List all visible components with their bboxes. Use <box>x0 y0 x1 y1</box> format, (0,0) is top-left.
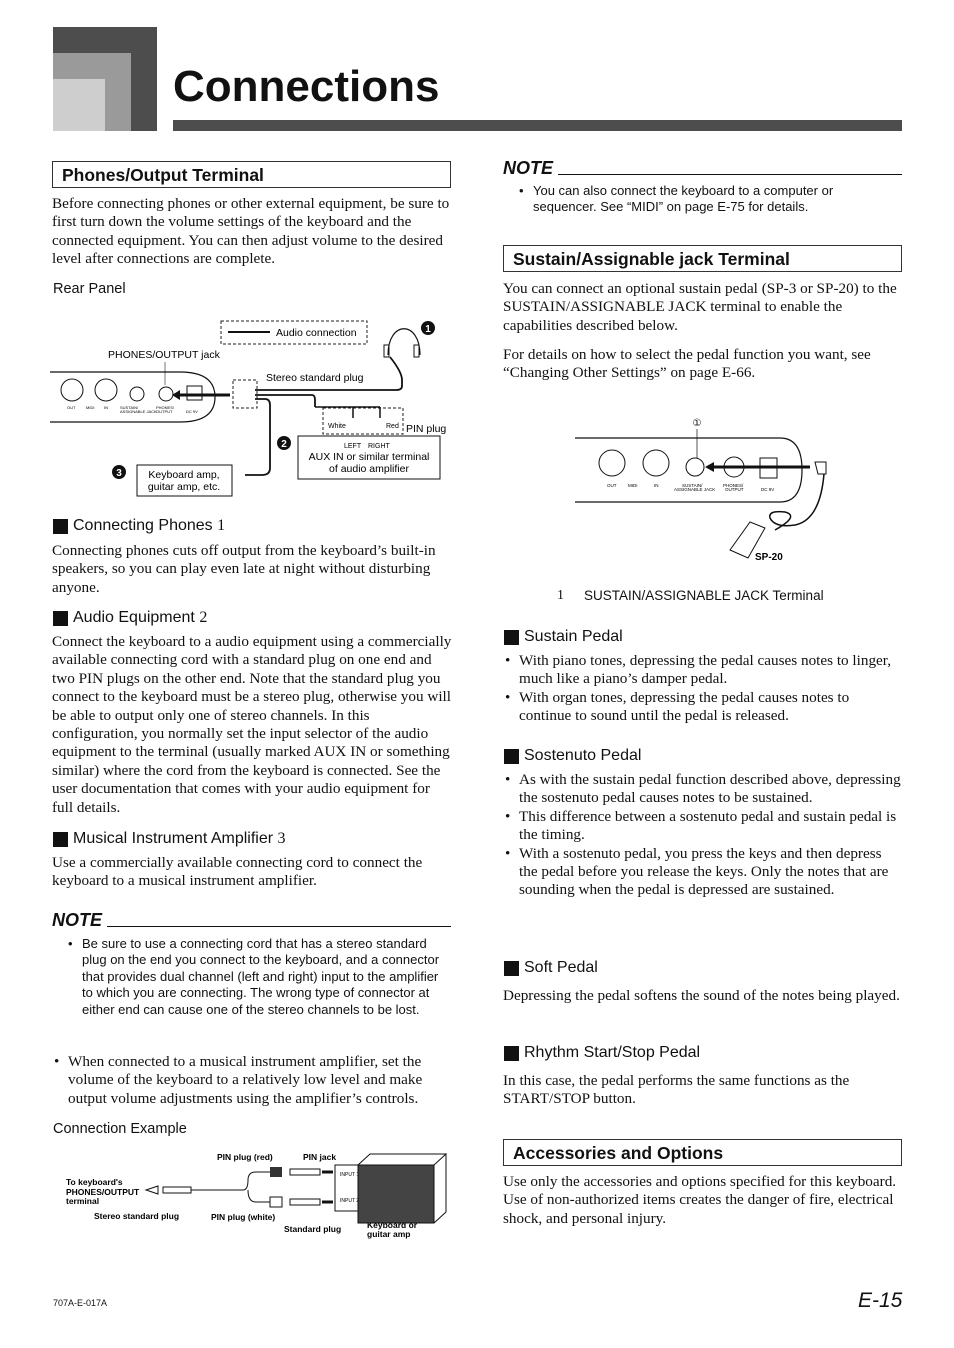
subheading-sustain-pedal: Sustain Pedal <box>504 628 623 646</box>
title-rule <box>173 120 902 131</box>
svg-text:Stereo standard plug: Stereo standard plug <box>266 372 364 384</box>
section-heading-accessories: Accessories and Options <box>503 1139 902 1166</box>
intro-paragraph: Before connecting phones or other extern… <box>52 195 450 268</box>
page-number: E-15 <box>858 1289 903 1312</box>
sustain-paragraph-1: You can connect an optional sustain peda… <box>503 280 897 334</box>
list-item: With a sostenuto pedal, you press the ke… <box>503 845 903 900</box>
subheading-amplifier: Musical Instrument Amplifier 3 <box>53 830 286 848</box>
list-item: This difference between a sostenuto peda… <box>503 808 903 845</box>
note-item: When connected to a musical instrument a… <box>52 1053 452 1108</box>
legend-text: Audio connection <box>276 327 357 339</box>
subheading-connecting-phones: Connecting Phones 1 <box>53 517 225 535</box>
svg-text:ASSIGNABLE JACK: ASSIGNABLE JACK <box>120 409 157 414</box>
rhythm-paragraph: In this case, the pedal performs the sam… <box>503 1072 850 1108</box>
list-item: With organ tones, depressing the pedal c… <box>503 689 903 726</box>
svg-text:AUX IN or similar terminal: AUX IN or similar terminal <box>309 451 430 463</box>
svg-text:OUT: OUT <box>607 483 617 488</box>
sustain-jack-diagram: ① OUT MIDI IN SUSTAIN/ASSIGNABLE JACK PHON… <box>575 418 827 563</box>
accessories-paragraph: Use only the accessories and options spe… <box>503 1173 897 1227</box>
section-heading-sustain: Sustain/Assignable jack Terminal <box>503 245 902 272</box>
headphones-icon <box>387 328 421 356</box>
amp-paragraph: Use a commercially available connecting … <box>52 854 423 890</box>
note-list-right: You can also connect the keyboard to a c… <box>517 183 877 216</box>
svg-text:RIGHT: RIGHT <box>368 443 391 450</box>
sustain-paragraph-2: For details on how to select the pedal f… <box>503 346 871 382</box>
svg-text:2: 2 <box>281 439 287 450</box>
connection-example-label: Connection Example <box>53 1121 187 1137</box>
svg-text:terminal: terminal <box>66 1196 99 1206</box>
svg-text:White: White <box>328 423 346 430</box>
svg-text:PIN plug: PIN plug <box>406 423 446 435</box>
svg-text:guitar amp: guitar amp <box>367 1229 410 1239</box>
svg-text:ASSIGNABLE JACK: ASSIGNABLE JACK <box>674 487 715 492</box>
note-item: Be sure to use a connecting cord that ha… <box>66 936 450 1018</box>
svg-text:PIN jack: PIN jack <box>303 1152 336 1162</box>
header-decoration <box>53 79 105 131</box>
soft-paragraph: Depressing the pedal softens the sound o… <box>503 987 900 1004</box>
subheading-sostenuto-pedal: Sostenuto Pedal <box>504 747 641 765</box>
document-code: 707A-E-017A <box>53 1298 108 1308</box>
svg-text:PIN plug (white): PIN plug (white) <box>211 1212 275 1222</box>
svg-text:①: ① <box>693 418 702 429</box>
note-list-2: When connected to a musical instrument a… <box>52 1053 452 1108</box>
svg-text:LEFT: LEFT <box>344 443 362 450</box>
svg-text:1: 1 <box>425 324 431 335</box>
note-list: Be sure to use a connecting cord that ha… <box>66 936 450 1018</box>
svg-text:Standard plug: Standard plug <box>284 1224 341 1234</box>
svg-text:guitar amp, etc.: guitar amp, etc. <box>148 481 220 493</box>
svg-text:To keyboard's: To keyboard's <box>66 1177 123 1187</box>
svg-text:of audio amplifier: of audio amplifier <box>329 463 409 475</box>
note-item: You can also connect the keyboard to a c… <box>517 183 877 216</box>
rear-panel-label: Rear Panel <box>53 281 126 297</box>
rear-panel-diagram: Audio connection 1 PHONES/OUTPUT jack St… <box>50 320 446 497</box>
svg-text:OUT: OUT <box>67 405 76 410</box>
svg-text:DC 9V: DC 9V <box>186 409 198 414</box>
svg-text:INPUT 1: INPUT 1 <box>340 1172 359 1178</box>
phones-paragraph: Connecting phones cuts off output from t… <box>52 542 436 596</box>
svg-text:MIDI: MIDI <box>628 483 638 488</box>
audio-paragraph: Connect the keyboard to a audio equipmen… <box>52 633 452 816</box>
svg-text:OUTPUT: OUTPUT <box>725 487 744 492</box>
page-title: Connections <box>173 62 440 111</box>
svg-text:OUTPUT: OUTPUT <box>156 409 173 414</box>
sostenuto-list: As with the sustain pedal function descr… <box>503 771 903 900</box>
svg-text:DC 9V: DC 9V <box>761 487 774 492</box>
svg-text:Stereo standard plug: Stereo standard plug <box>94 1211 179 1221</box>
svg-text:SP-20: SP-20 <box>755 552 783 563</box>
svg-text:Red: Red <box>386 423 399 430</box>
note-heading: NOTE <box>52 910 451 931</box>
diagram-caption: 1 SUSTAIN/ASSIGNABLE JACK Terminal <box>557 588 824 603</box>
svg-text:MIDI: MIDI <box>86 405 94 410</box>
svg-text:3: 3 <box>116 468 122 479</box>
svg-text:PIN plug (red): PIN plug (red) <box>217 1152 273 1162</box>
svg-text:INPUT 2: INPUT 2 <box>340 1198 359 1204</box>
arrow-icon <box>705 462 714 472</box>
svg-text:Keyboard amp,: Keyboard amp, <box>148 469 219 481</box>
list-item: With piano tones, depressing the pedal c… <box>503 652 903 689</box>
sustain-list: With piano tones, depressing the pedal c… <box>503 652 903 726</box>
note-heading-right: NOTE <box>503 158 902 179</box>
subheading-rhythm-pedal: Rhythm Start/Stop Pedal <box>504 1044 700 1062</box>
svg-text:PHONES/OUTPUT jack: PHONES/OUTPUT jack <box>108 349 221 361</box>
section-heading-phones-output: Phones/Output Terminal <box>52 161 451 188</box>
list-item: As with the sustain pedal function descr… <box>503 771 903 808</box>
subheading-audio-equipment: Audio Equipment 2 <box>53 609 207 627</box>
subheading-soft-pedal: Soft Pedal <box>504 959 598 977</box>
svg-text:IN: IN <box>654 483 659 488</box>
svg-text:IN: IN <box>104 405 108 410</box>
connection-example-diagram: To keyboard'sPHONES/OUTPUTterminal Stere… <box>66 1152 448 1239</box>
